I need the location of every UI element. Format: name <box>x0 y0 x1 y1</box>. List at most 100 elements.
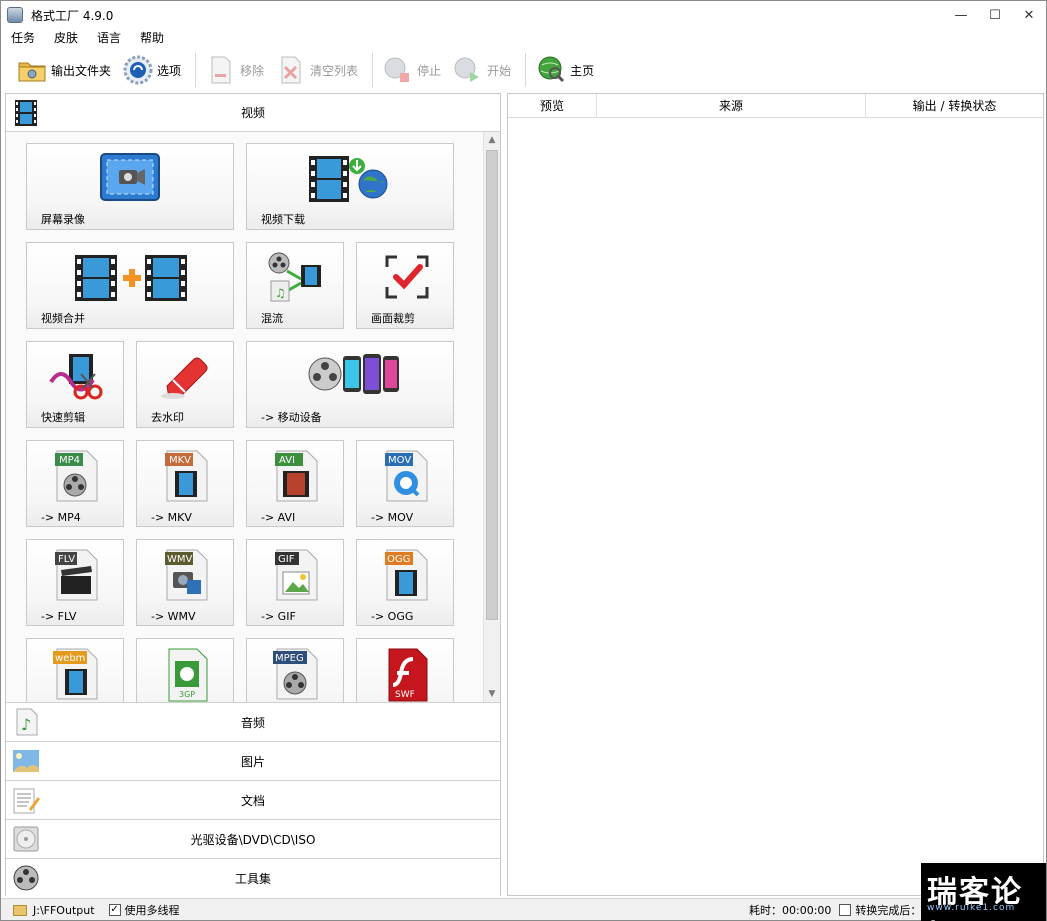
category-optical-header[interactable]: 光驱设备\DVD\CD\ISO <box>6 819 500 858</box>
badge-mov: MOV <box>388 455 411 466</box>
tile-label: -> OGG <box>371 610 414 623</box>
tile-to-flv[interactable]: FLV -> FLV <box>26 539 124 626</box>
tile-to-mp4[interactable]: MP4 -> MP4 <box>26 440 124 527</box>
badge-flv: FLV <box>58 554 75 565</box>
video-tiles-grid: 屏幕录像 视频下载 视频合并 ♫ 混流 画面裁剪 快速剪辑 去水印 -> 移动设… <box>6 132 483 702</box>
options-button[interactable]: 选项 <box>119 52 185 88</box>
screen-record-icon <box>100 153 160 201</box>
tile-to-ogg[interactable]: OGG -> OGG <box>356 539 454 626</box>
crop-icon <box>385 255 429 299</box>
output-folder-label: 输出文件夹 <box>51 63 112 78</box>
menu-help[interactable]: 帮助 <box>131 29 173 47</box>
mov-file-icon: MOV <box>385 450 428 502</box>
tile-to-swf[interactable]: SWF <box>356 638 454 702</box>
remove-button[interactable]: 移除 <box>202 52 268 88</box>
document-icon <box>13 788 40 814</box>
start-label: 开始 <box>487 63 512 78</box>
forum-watermark: 瑞客论坛 www.ruike1.com <box>921 863 1046 921</box>
clear-list-button[interactable]: 清空列表 <box>272 52 362 88</box>
image-landscape-icon <box>13 750 39 772</box>
close-button[interactable]: ✕ <box>1012 1 1046 29</box>
eraser-icon <box>161 357 208 399</box>
category-panel: 视频 屏幕录像 视频下载 视频合并 ♫ 混流 画面裁剪 快速剪辑 去水印 -> … <box>5 93 501 897</box>
column-output-status[interactable]: 输出 / 转换状态 <box>866 94 1043 118</box>
start-button[interactable]: 开始 <box>449 52 515 88</box>
badge-webm: webm <box>55 653 85 664</box>
webm-file-icon: webm <box>53 648 98 700</box>
tile-mobile-device[interactable]: -> 移动设备 <box>246 341 454 428</box>
tile-label: -> MKV <box>151 511 192 524</box>
options-label: 选项 <box>157 63 182 78</box>
category-video-header[interactable]: 视频 <box>6 94 500 132</box>
badge-swf: SWF <box>395 690 415 700</box>
tile-label: 去水印 <box>151 411 184 424</box>
category-image-header[interactable]: 图片 <box>6 741 500 780</box>
tile-label: -> GIF <box>261 610 296 623</box>
toolbar-separator <box>372 53 374 87</box>
output-folder-button[interactable]: 输出文件夹 <box>13 52 115 88</box>
badge-mkv: MKV <box>169 455 191 466</box>
tile-label: -> AVI <box>261 511 296 524</box>
scrollbar-thumb[interactable] <box>486 150 498 620</box>
menu-language[interactable]: 语言 <box>88 29 130 47</box>
tools-reel-icon <box>13 865 39 891</box>
column-preview[interactable]: 预览 <box>508 94 597 118</box>
tile-to-wmv[interactable]: WMV -> WMV <box>136 539 234 626</box>
category-optical-label: 光驱设备\DVD\CD\ISO <box>190 832 316 847</box>
tile-video-download[interactable]: 视频下载 <box>246 143 454 230</box>
badge-mp4: MP4 <box>59 455 80 466</box>
output-folder-icon[interactable] <box>13 904 27 916</box>
tile-label: 视频合并 <box>41 312 85 325</box>
category-audio-header[interactable]: ♪ 音频 <box>6 702 500 741</box>
task-list-panel[interactable]: 预览 来源 输出 / 转换状态 <box>507 93 1044 896</box>
maximize-button[interactable]: ☐ <box>978 1 1012 29</box>
clear-list-label: 清空列表 <box>310 63 359 78</box>
tile-crop[interactable]: 画面裁剪 <box>356 242 454 329</box>
remove-label: 移除 <box>240 63 265 78</box>
menu-task[interactable]: 任务 <box>2 29 44 47</box>
after-convert-checkbox[interactable] <box>839 904 852 916</box>
tile-label: 视频下载 <box>261 213 305 226</box>
category-tools-label: 工具集 <box>234 871 271 886</box>
tile-to-mov[interactable]: MOV -> MOV <box>356 440 454 527</box>
mobile-device-icon <box>308 354 399 394</box>
category-document-header[interactable]: 文档 <box>6 780 500 819</box>
scroll-down-icon[interactable]: ▼ <box>484 686 500 702</box>
mp4-file-icon: MP4 <box>55 450 98 502</box>
stop-button[interactable]: 停止 <box>379 52 445 88</box>
tile-to-mpeg[interactable]: MPEG <box>246 638 344 702</box>
category-tools-header[interactable]: 工具集 <box>6 858 500 897</box>
tile-mux[interactable]: ♫ 混流 <box>246 242 344 329</box>
tiles-scrollbar[interactable]: ▲ ▼ <box>483 132 500 702</box>
tile-video-merge[interactable]: 视频合并 <box>26 242 234 329</box>
scroll-up-icon[interactable]: ▲ <box>484 132 500 148</box>
tile-to-avi[interactable]: AVI -> AVI <box>246 440 344 527</box>
tile-screen-record[interactable]: 屏幕录像 <box>26 143 234 230</box>
category-video-label: 视频 <box>240 106 265 120</box>
options-gear-icon <box>123 55 153 85</box>
column-source[interactable]: 来源 <box>597 94 866 118</box>
home-button[interactable]: 主页 <box>532 52 598 88</box>
badge-wmv: WMV <box>167 554 193 565</box>
tile-to-webm[interactable]: webm <box>26 638 124 702</box>
svg-text:♪: ♪ <box>21 715 31 734</box>
category-audio-label: 音频 <box>240 715 265 730</box>
app-window: 格式工厂 4.9.0 — ☐ ✕ 任务 皮肤 语言 帮助 输出文件夹 选项 移除… <box>0 0 1047 921</box>
tile-to-mkv[interactable]: MKV -> MKV <box>136 440 234 527</box>
start-icon <box>454 57 480 82</box>
elapsed-time: 耗时：00:00:00 <box>749 904 832 917</box>
mkv-file-icon: MKV <box>165 450 208 502</box>
quick-clip-icon <box>49 354 103 400</box>
menu-skin[interactable]: 皮肤 <box>45 29 87 47</box>
tile-to-3gp[interactable]: 3GP <box>136 638 234 702</box>
tile-to-gif[interactable]: GIF -> GIF <box>246 539 344 626</box>
multithread-checkbox[interactable]: ✓ <box>108 904 121 916</box>
output-path[interactable]: J:\FFOutput <box>33 904 95 917</box>
badge-avi: AVI <box>279 455 295 466</box>
tile-remove-watermark[interactable]: 去水印 <box>136 341 234 428</box>
tile-quick-clip[interactable]: 快速剪辑 <box>26 341 124 428</box>
wmv-file-icon: WMV <box>165 549 208 601</box>
toolbar-separator <box>525 53 527 87</box>
minimize-button[interactable]: — <box>944 1 978 29</box>
swf-file-icon: SWF <box>388 648 428 702</box>
